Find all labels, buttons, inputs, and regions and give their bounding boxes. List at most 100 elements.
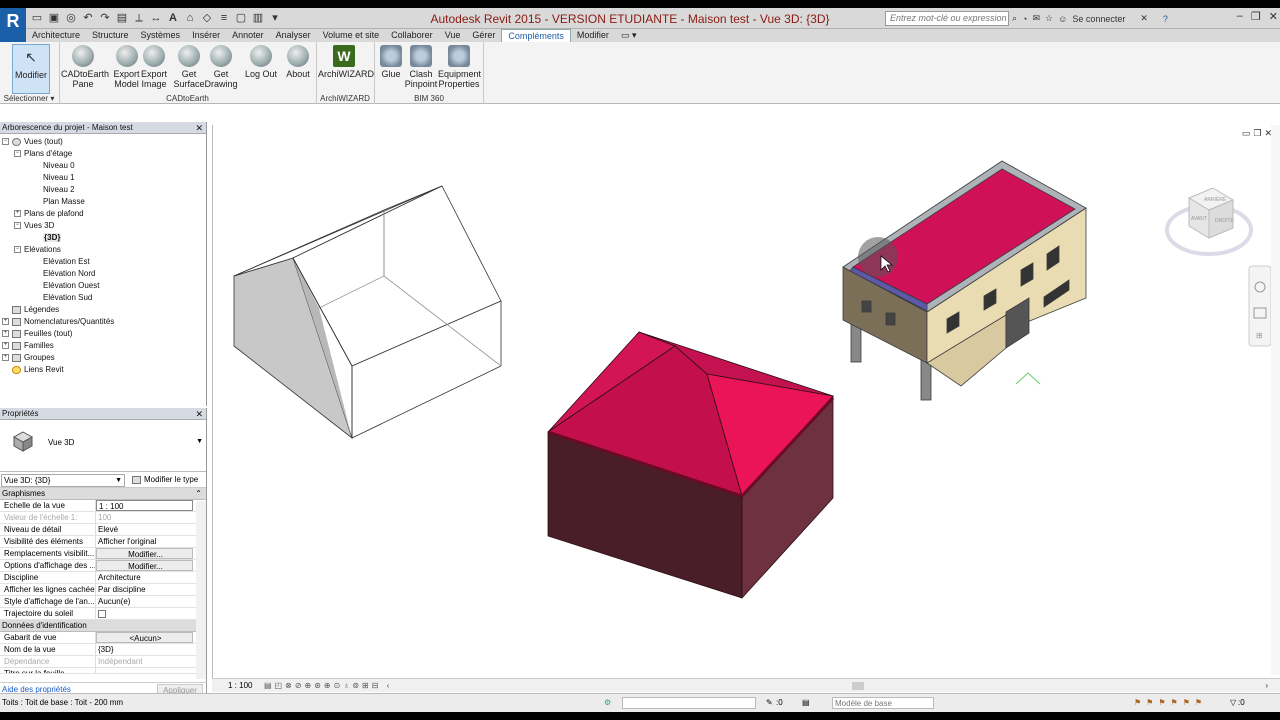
- selection-filter-icons[interactable]: ⚑⚑⚑⚑⚑⚑: [1134, 694, 1207, 712]
- scale-input[interactable]: 1 : 100: [96, 500, 193, 511]
- export-image-button[interactable]: Export Image: [138, 44, 170, 94]
- tab-annoter[interactable]: Annoter: [226, 29, 270, 42]
- properties-scrollbar[interactable]: [196, 501, 206, 679]
- section-graphismes[interactable]: Graphismes ⌃: [0, 488, 206, 500]
- dimension-icon[interactable]: ↔: [149, 11, 163, 25]
- 3d-view-icon[interactable]: ⌂: [183, 11, 197, 25]
- view-name-input[interactable]: {3D}: [96, 644, 193, 655]
- graphic-display-button[interactable]: Modifier...: [96, 560, 193, 571]
- tree-item-elevation-nord[interactable]: Elévation Nord: [43, 268, 95, 280]
- search-input[interactable]: Entrez mot-clé ou expression: [885, 11, 1009, 26]
- tree-item-elevations[interactable]: − Elévations: [14, 244, 61, 256]
- sync-icon[interactable]: ◎: [64, 11, 78, 25]
- view-vertical-scrollbar[interactable]: [1271, 125, 1280, 675]
- worksharing-icon[interactable]: ⚙: [604, 694, 611, 712]
- user-icon[interactable]: ☺: [1058, 14, 1067, 24]
- ribbon-options-icon[interactable]: ▭ ▾: [615, 29, 643, 42]
- view-scale[interactable]: 1 : 100: [228, 679, 252, 693]
- get-drawing-button[interactable]: Get Drawing: [203, 44, 239, 94]
- tab-complements[interactable]: Compléments: [501, 29, 571, 42]
- clash-pinpoint-button[interactable]: Clash Pinpoint: [403, 44, 439, 94]
- tree-item-plans-etage[interactable]: − Plans d'étage: [14, 148, 72, 160]
- minimize-icon[interactable]: –: [1237, 10, 1243, 23]
- tab-systemes[interactable]: Systèmes: [135, 29, 187, 42]
- discipline-select[interactable]: Architecture: [96, 572, 193, 583]
- viewcube[interactable]: ARRIÈRE AVANT DROITE: [1165, 187, 1253, 256]
- type-selector[interactable]: Vue 3D ▼: [0, 420, 206, 472]
- communication-icon[interactable]: ✉: [1032, 13, 1040, 24]
- view-control-icons[interactable]: ▤◰⊗⊘⊕⊛⊕⊙♁⊚⊞⊟ ‹: [264, 679, 392, 693]
- section-icon[interactable]: ◇: [200, 11, 214, 25]
- hidden-lines-select[interactable]: Par discipline: [96, 584, 193, 595]
- tree-item-nomenclatures[interactable]: + Nomenclatures/Quantités: [2, 316, 114, 328]
- archiwizard-button[interactable]: W ArchiWIZARD: [318, 44, 374, 94]
- parts-visibility-select[interactable]: Afficher l'original: [96, 536, 193, 547]
- tree-item-liens[interactable]: Liens Revit: [2, 364, 64, 376]
- modify-button[interactable]: ↖ Modifier: [12, 44, 50, 94]
- tab-vue[interactable]: Vue: [439, 29, 467, 42]
- tab-gerer[interactable]: Gérer: [466, 29, 501, 42]
- maximize-icon[interactable]: ❐: [1251, 10, 1261, 23]
- modern-house[interactable]: [842, 160, 1087, 401]
- text-icon[interactable]: A: [166, 11, 180, 25]
- scroll-right-icon[interactable]: ›: [1265, 679, 1268, 693]
- filter-icon[interactable]: ▽: [1230, 694, 1236, 712]
- get-surface-button[interactable]: Get Surface: [172, 44, 206, 94]
- exchange-icon[interactable]: ✕: [1140, 13, 1148, 24]
- design-option-select[interactable]: Modèle de base: [832, 697, 934, 709]
- vg-overrides-button[interactable]: Modifier...: [96, 548, 193, 559]
- close-icon[interactable]: ✕: [195, 408, 203, 420]
- favorites-icon[interactable]: ☆: [1045, 13, 1053, 24]
- sign-in-link[interactable]: Se connecter: [1072, 14, 1125, 24]
- close-hidden-icon[interactable]: ▢: [234, 11, 248, 25]
- tree-item-groupes[interactable]: + Groupes: [2, 352, 55, 364]
- cadtoearth-pane-button[interactable]: CADtoEarth Pane: [61, 44, 109, 94]
- hip-roof-house[interactable]: [547, 331, 835, 600]
- tree-item-familles[interactable]: + Familles: [2, 340, 54, 352]
- tab-modifier[interactable]: Modifier: [571, 29, 615, 42]
- view-instance-select[interactable]: Vue 3D: {3D} ▼: [1, 474, 125, 487]
- switch-windows-icon[interactable]: ▥: [251, 11, 265, 25]
- tree-item-plans-plafond[interactable]: + Plans de plafond: [14, 208, 84, 220]
- undo-icon[interactable]: ↶: [81, 11, 95, 25]
- close-icon[interactable]: ✕: [1269, 10, 1278, 23]
- tab-volume-et-site[interactable]: Volume et site: [317, 29, 386, 42]
- about-button[interactable]: About: [283, 44, 313, 94]
- tree-item-elevation-est[interactable]: Elévation Est: [43, 256, 90, 268]
- horizontal-scrollbar-thumb[interactable]: [852, 682, 864, 690]
- detail-level-select[interactable]: Elevé: [96, 524, 193, 535]
- equipment-properties-button[interactable]: Equipment Properties: [438, 44, 481, 94]
- tree-item-feuilles[interactable]: + Feuilles (tout): [2, 328, 72, 340]
- binoculars-icon[interactable]: ⌕: [1012, 13, 1017, 24]
- workset-select[interactable]: [622, 697, 756, 709]
- tree-item-3d[interactable]: {3D}: [43, 232, 62, 244]
- tree-item-legendes[interactable]: Légendes: [2, 304, 59, 316]
- tab-architecture[interactable]: Architecture: [26, 29, 86, 42]
- tab-analyser[interactable]: Analyser: [270, 29, 317, 42]
- tree-item-vues[interactable]: − Vues (tout): [2, 136, 63, 148]
- tree-item-plan-masse[interactable]: Plan Masse: [43, 196, 85, 208]
- tab-structure[interactable]: Structure: [86, 29, 135, 42]
- glue-button[interactable]: Glue: [376, 44, 406, 94]
- wireframe-house[interactable]: [233, 185, 502, 440]
- tab-collaborer[interactable]: Collaborer: [385, 29, 439, 42]
- subscription-icon[interactable]: ◔: [1022, 14, 1027, 24]
- tree-item-niveau-2[interactable]: Niveau 2: [43, 184, 75, 196]
- view-template-button[interactable]: <Aucun>: [96, 632, 193, 643]
- tree-item-niveau-0[interactable]: Niveau 0: [43, 160, 75, 172]
- thin-lines-icon[interactable]: ≡: [217, 11, 231, 25]
- save-icon[interactable]: ▣: [47, 11, 61, 25]
- analysis-style-select[interactable]: Aucun(e): [96, 596, 193, 607]
- tree-item-vues-3d[interactable]: − Vues 3D: [14, 220, 54, 232]
- tree-item-elevation-ouest[interactable]: Elévation Ouest: [43, 280, 99, 292]
- redo-icon[interactable]: ↷: [98, 11, 112, 25]
- section-donnees[interactable]: Données d'identification⌃: [0, 620, 206, 632]
- 3d-view-canvas[interactable]: ▭ ❐ ✕ ARRIÈRE AVANT DROITE ⊞: [212, 125, 1280, 692]
- help-icon[interactable]: ?: [1163, 14, 1168, 24]
- application-menu-button[interactable]: R: [0, 8, 26, 42]
- tree-item-niveau-1[interactable]: Niveau 1: [43, 172, 75, 184]
- measure-icon[interactable]: ⟂: [132, 11, 146, 25]
- navigation-bar[interactable]: ⊞: [1248, 265, 1272, 347]
- edit-type-button[interactable]: Modifier le type: [132, 474, 198, 486]
- select-group-dropdown[interactable]: Sélectionner ▾: [0, 94, 58, 104]
